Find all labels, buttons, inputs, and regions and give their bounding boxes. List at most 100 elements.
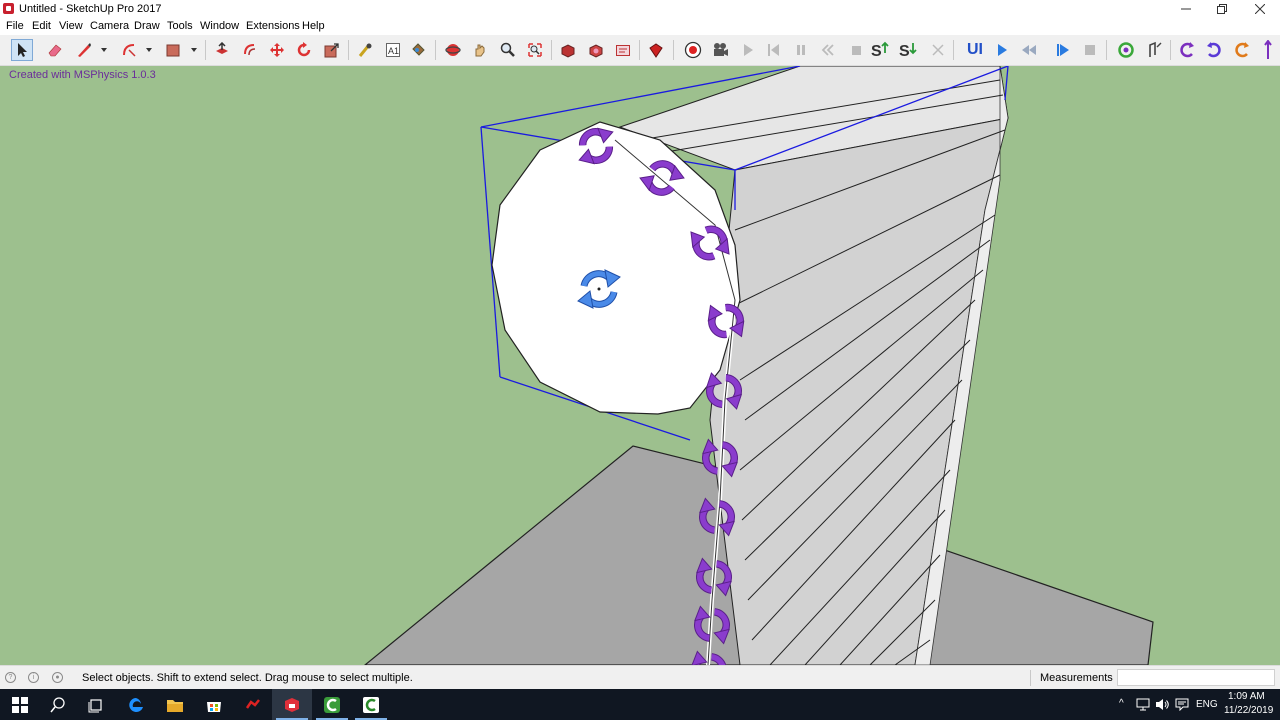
play-blue-button[interactable]	[991, 39, 1013, 61]
arc-tool-dropdown[interactable]	[146, 48, 152, 52]
line-tool-dropdown[interactable]	[101, 48, 107, 52]
menu-help[interactable]: Help	[302, 20, 325, 32]
restore-button[interactable]	[1204, 0, 1240, 18]
msphysics-record-button[interactable]	[682, 39, 704, 61]
toolbar-overflow-button[interactable]	[1261, 39, 1275, 61]
task-view-button[interactable]	[76, 689, 116, 720]
clear-button[interactable]	[927, 39, 949, 61]
zoom-extents-tool-button[interactable]	[524, 39, 546, 61]
pause-button[interactable]	[790, 39, 812, 61]
tray-chevron-icon[interactable]: ^	[1119, 698, 1124, 709]
text-tool-button[interactable]: A1	[382, 39, 404, 61]
action-center-icon[interactable]	[1175, 698, 1189, 711]
rotate-purple-1-button[interactable]	[1176, 39, 1198, 61]
language-indicator[interactable]: ENG	[1196, 699, 1218, 710]
pan-tool-button[interactable]	[469, 39, 491, 61]
model-viewport[interactable]: Created with MSPhysics 1.0.3	[0, 66, 1280, 665]
measurements-input[interactable]	[1117, 669, 1275, 686]
extension-manager-button[interactable]	[645, 39, 667, 61]
sketchup-icon	[285, 697, 299, 712]
ui-button[interactable]: UI	[962, 39, 988, 61]
reset-icon	[768, 44, 779, 56]
clock-date[interactable]: 11/22/2019	[1224, 705, 1273, 716]
pause-icon	[797, 45, 805, 55]
msphysics-camera-button[interactable]	[709, 39, 731, 61]
orbit-tool-button[interactable]	[442, 39, 464, 61]
rotate-purple-1-icon	[1180, 42, 1194, 58]
menu-edit[interactable]: Edit	[32, 20, 51, 32]
app-red-button[interactable]	[233, 689, 273, 720]
arc-tool-button[interactable]	[118, 39, 140, 61]
extension-warehouse-icon	[589, 44, 603, 58]
menu-draw[interactable]: Draw	[134, 20, 160, 32]
joint-tool-button[interactable]	[1143, 39, 1165, 61]
send-to-layout-button[interactable]	[612, 39, 634, 61]
credit-icon[interactable]: i	[28, 672, 39, 683]
store-button[interactable]	[194, 689, 234, 720]
play-step-icon	[1057, 44, 1069, 56]
start-button[interactable]	[0, 689, 40, 720]
rotate-orange-button[interactable]	[1231, 39, 1253, 61]
arc-tool-icon	[123, 44, 136, 57]
warehouse-button[interactable]	[557, 39, 579, 61]
rotate-tool-button[interactable]	[293, 39, 315, 61]
play-step-button[interactable]	[1052, 39, 1074, 61]
eraser-tool-button[interactable]	[44, 39, 66, 61]
camtasia-recorder-button[interactable]	[351, 689, 391, 720]
toolbar-separator	[205, 40, 206, 60]
pan-tool-icon	[475, 44, 485, 57]
menu-window[interactable]: Window	[200, 20, 239, 32]
move-tool-button[interactable]	[266, 39, 288, 61]
camtasia-button[interactable]	[312, 689, 352, 720]
network-icon[interactable]	[1136, 698, 1150, 711]
file-explorer-button[interactable]	[155, 689, 195, 720]
toolbar-separator	[953, 40, 954, 60]
play-icon	[744, 44, 753, 56]
line-tool-button[interactable]	[73, 39, 95, 61]
task-view-icon	[88, 698, 102, 712]
edge-button[interactable]	[116, 689, 156, 720]
search-button[interactable]	[38, 689, 78, 720]
play-button[interactable]	[737, 39, 759, 61]
rewind-button[interactable]	[817, 39, 839, 61]
zoom-tool-button[interactable]	[496, 39, 518, 61]
extension-warehouse-button[interactable]	[585, 39, 607, 61]
select-tool-button[interactable]	[11, 39, 33, 61]
scene-s-button[interactable]: S	[869, 39, 891, 61]
rectangle-tool-dropdown[interactable]	[191, 48, 197, 52]
minimize-button[interactable]	[1168, 0, 1204, 18]
menu-extensions[interactable]: Extensions	[246, 20, 300, 32]
offset-tool-button[interactable]	[239, 39, 261, 61]
scene-s-down-button[interactable]: S	[897, 39, 919, 61]
tape-measure-tool-button[interactable]	[354, 39, 376, 61]
title-bar: Untitled - SketchUp Pro 2017	[0, 0, 1280, 18]
menu-file[interactable]: File	[6, 20, 24, 32]
refresh-green-button[interactable]	[1115, 39, 1137, 61]
stop-grey-button[interactable]	[1079, 39, 1101, 61]
rectangle-tool-button[interactable]	[162, 39, 184, 61]
model-scene[interactable]	[0, 66, 1280, 665]
rotate-orange-icon	[1235, 42, 1249, 58]
windows-taskbar: ^ ENG 1:09 AM 11/22/2019	[0, 689, 1280, 720]
sketchup-taskbar-button[interactable]	[272, 689, 312, 720]
scale-tool-button[interactable]	[321, 39, 343, 61]
volume-icon[interactable]	[1155, 698, 1169, 711]
paint-bucket-tool-button[interactable]	[407, 39, 429, 61]
menu-tools[interactable]: Tools	[167, 20, 193, 32]
explorer-icon	[167, 699, 183, 712]
menu-view[interactable]: View	[59, 20, 83, 32]
wheel-disc[interactable]	[491, 121, 741, 415]
stop-button[interactable]	[845, 39, 867, 61]
menu-camera[interactable]: Camera	[90, 20, 129, 32]
rewind-blue-button[interactable]	[1018, 39, 1040, 61]
rotate-purple-2-button[interactable]	[1203, 39, 1225, 61]
close-button[interactable]	[1242, 0, 1278, 18]
push-pull-tool-button[interactable]	[211, 39, 233, 61]
info-icon[interactable]: ?	[5, 672, 16, 683]
edge-icon	[129, 697, 143, 712]
clock-time[interactable]: 1:09 AM	[1228, 691, 1265, 702]
toolbar-separator	[1106, 40, 1107, 60]
reset-button[interactable]	[763, 39, 785, 61]
user-icon[interactable]: ●	[52, 672, 63, 683]
zoom-extents-tool-icon	[528, 43, 542, 57]
